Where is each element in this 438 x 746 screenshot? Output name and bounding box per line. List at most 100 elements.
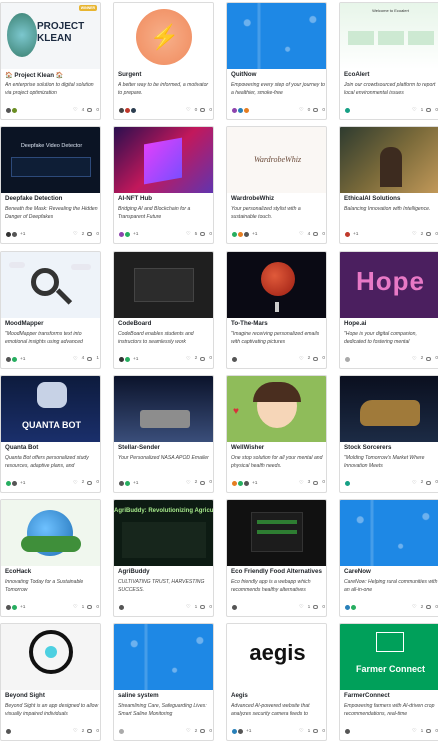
comment-icon[interactable] [426, 480, 432, 485]
project-title[interactable]: Quanta Bot [5, 444, 99, 451]
project-card[interactable]: AgriBuddy: Revolutionizing Agricult AgriB… [113, 499, 214, 618]
thumbnail[interactable]: Farmer Connect [340, 624, 438, 691]
like-icon[interactable]: ♡ [73, 480, 77, 486]
comment-icon[interactable] [200, 605, 206, 610]
comment-icon[interactable] [313, 605, 319, 610]
project-title[interactable]: EcoAlert [344, 71, 438, 78]
project-card[interactable]: EthicalAI Solutions Balancing Innovation … [339, 126, 438, 245]
thumbnail[interactable]: Hope [340, 251, 438, 318]
thumbnail[interactable] [114, 624, 213, 691]
like-icon[interactable]: ♡ [299, 604, 303, 610]
thumbnail[interactable] [1, 251, 100, 318]
like-icon[interactable]: ♡ [299, 231, 303, 237]
project-title[interactable]: AgriBuddy [118, 568, 212, 575]
like-icon[interactable]: ♡ [299, 107, 303, 113]
comment-icon[interactable] [200, 232, 206, 237]
thumbnail[interactable] [340, 500, 438, 567]
project-card[interactable]: EcoHack Innovating Today for a Sustainabl… [0, 499, 101, 618]
thumbnail[interactable]: Deepfake Video Detector [1, 127, 100, 194]
project-card[interactable]: ⚡ Surgent A better way to be informed, a m… [113, 2, 214, 120]
project-title[interactable]: EthicalAI Solutions [344, 195, 438, 202]
like-icon[interactable]: ♡ [412, 480, 416, 486]
like-icon[interactable]: ♡ [186, 231, 190, 237]
project-title[interactable]: Stellar-Sender [118, 444, 212, 451]
comment-icon[interactable] [87, 356, 93, 361]
project-title[interactable]: Beyond Sight [5, 692, 99, 699]
project-card[interactable]: Deepfake Video Detector Deepfake Detectio… [0, 126, 101, 245]
project-card[interactable]: CareNow CareNow: Helping rural communitie… [339, 499, 438, 618]
project-title[interactable]: saline system [118, 692, 212, 699]
like-icon[interactable]: ♡ [412, 356, 416, 362]
comment-icon[interactable] [313, 729, 319, 734]
thumbnail[interactable]: aegis [227, 624, 326, 691]
project-card[interactable]: Eco Friendly Food Alternatives Eco friend… [226, 499, 327, 618]
thumbnail[interactable]: AgriBuddy: Revolutionizing Agricult [114, 500, 213, 567]
project-title[interactable]: EcoHack [5, 568, 99, 575]
project-card[interactable]: Welcome to Ecoalert EcoAlert Join our crow… [339, 2, 438, 120]
comment-icon[interactable] [426, 108, 432, 112]
project-title[interactable]: QuitNow [231, 71, 325, 78]
comment-icon[interactable] [87, 232, 93, 237]
like-icon[interactable]: ♡ [299, 356, 303, 362]
comment-icon[interactable] [426, 356, 432, 361]
like-icon[interactable]: ♡ [412, 728, 416, 734]
thumbnail[interactable] [114, 375, 213, 442]
comment-icon[interactable] [313, 232, 319, 237]
thumbnail[interactable] [1, 624, 100, 691]
thumbnail[interactable] [227, 251, 326, 318]
like-icon[interactable]: ♡ [186, 356, 190, 362]
thumbnail[interactable] [1, 500, 100, 567]
project-title[interactable]: Deepfake Detection [5, 195, 99, 202]
thumbnail[interactable]: WardrobeWhiz [227, 127, 326, 194]
comment-icon[interactable] [87, 605, 93, 610]
like-icon[interactable]: ♡ [73, 728, 77, 734]
project-card[interactable]: Hope Hope.ai "Hope is your digital compani… [339, 250, 438, 369]
comment-icon[interactable] [200, 480, 206, 485]
project-title[interactable]: CodeBoard [118, 320, 212, 327]
project-card[interactable]: MoodMapper "MoodMapper transforms text in… [0, 250, 101, 369]
project-title[interactable]: CareNow [344, 568, 438, 575]
like-icon[interactable]: ♡ [186, 480, 190, 486]
like-icon[interactable]: ♡ [299, 480, 303, 486]
project-card[interactable]: QUANTA BOT Quanta Bot Quanta Bot offers pe… [0, 374, 101, 493]
project-card[interactable]: ♥ WellWisher One stop solution for all you… [226, 374, 327, 493]
project-card[interactable]: Beyond Sight Beyond Sight is an app desig… [0, 623, 101, 742]
comment-icon[interactable] [313, 108, 319, 112]
like-icon[interactable]: ♡ [186, 604, 190, 610]
project-title[interactable]: MoodMapper [5, 320, 99, 327]
thumbnail[interactable] [227, 500, 326, 567]
comment-icon[interactable] [87, 108, 93, 112]
project-title[interactable]: To-The-Mars [231, 320, 325, 327]
project-title[interactable]: Aegis [231, 692, 325, 699]
project-title[interactable]: Eco Friendly Food Alternatives [231, 568, 325, 575]
comment-icon[interactable] [87, 480, 93, 485]
comment-icon[interactable] [426, 605, 432, 610]
thumbnail[interactable] [227, 3, 326, 69]
comment-icon[interactable] [200, 729, 206, 734]
thumbnail[interactable] [340, 127, 438, 194]
like-icon[interactable]: ♡ [186, 107, 190, 113]
thumbnail[interactable] [114, 251, 213, 318]
project-card[interactable]: Stellar-Sender Your Personalized NASA APO… [113, 374, 214, 493]
comment-icon[interactable] [426, 729, 432, 734]
comment-icon[interactable] [200, 356, 206, 361]
project-card[interactable]: aegis Aegis Advanced AI-powered website th… [226, 623, 327, 742]
like-icon[interactable]: ♡ [73, 107, 77, 113]
project-title[interactable]: Surgent [118, 71, 212, 78]
project-title[interactable]: 🏠 Project Klean 🏠 [5, 71, 99, 79]
project-card[interactable]: saline system Streamlining Care, Safeguar… [113, 623, 214, 742]
project-card[interactable]: Stock Sorcerers "Molding Tomorrow's Marke… [339, 374, 438, 493]
project-card[interactable]: Farmer Connect FarmerConnect Empowering fa… [339, 623, 438, 742]
project-card[interactable]: WardrobeWhiz WardrobeWhiz Your personalize… [226, 126, 327, 245]
project-title[interactable]: WellWisher [231, 444, 325, 451]
like-icon[interactable]: ♡ [412, 604, 416, 610]
like-icon[interactable]: ♡ [73, 604, 77, 610]
project-title[interactable]: FarmerConnect [344, 692, 438, 699]
like-icon[interactable]: ♡ [299, 728, 303, 734]
project-title[interactable]: Hope.ai [344, 320, 438, 327]
project-title[interactable]: Stock Sorcerers [344, 444, 438, 451]
comment-icon[interactable] [200, 108, 206, 112]
like-icon[interactable]: ♡ [412, 231, 416, 237]
project-title[interactable]: AI-NFT Hub [118, 195, 212, 202]
thumbnail[interactable] [340, 375, 438, 442]
